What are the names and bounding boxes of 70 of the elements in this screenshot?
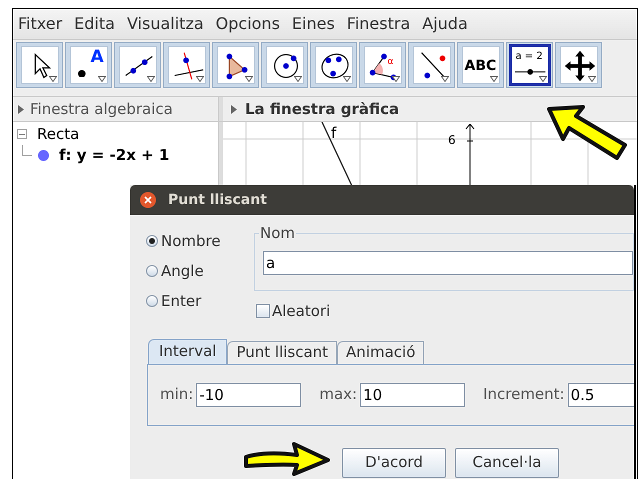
object-definition[interactable]: f: y = -2x + 1 [59,144,170,166]
dropdown-triangle-icon[interactable] [342,76,350,82]
dialog-button[interactable]: Cancel·la [455,448,559,478]
tool-label: a = 2 [516,50,543,64]
dropdown-triangle-icon[interactable] [538,76,546,82]
dropdown-triangle-icon[interactable] [490,76,498,82]
tool-button[interactable] [555,42,602,88]
dropdown-triangle-icon[interactable] [588,76,596,82]
axis-label: 6 [448,132,456,149]
expand-icon[interactable] [231,104,237,114]
tool-label: α [388,56,394,69]
tool-button[interactable]: a = 2 [506,42,553,88]
radio-button[interactable] [146,235,158,247]
tool-button[interactable] [408,42,455,88]
tab[interactable]: Punt lliscant [227,340,338,364]
dropdown-triangle-icon[interactable] [440,76,448,82]
field-label: Increment: [483,384,565,406]
dropdown-triangle-icon[interactable] [196,76,204,82]
checkbox-label: Aleatori [272,301,330,322]
slider-icon [515,68,546,75]
tool-button[interactable] [16,42,63,88]
radio-button[interactable] [146,265,158,277]
tab[interactable]: Animació [337,340,424,364]
panel-title: Finestra algebraica [30,98,173,120]
menu-item[interactable]: Visualitza [126,12,204,36]
input-field[interactable]: 10 [360,382,466,406]
checkbox[interactable] [256,304,270,318]
point-icon [78,70,86,78]
panel-title: La finestra gràfica [245,98,400,120]
menu-item[interactable]: Eines [292,12,335,36]
close-icon[interactable] [140,192,156,208]
tab[interactable]: Interval [148,338,228,364]
tool-button[interactable]: ABC [457,42,504,88]
radio-label: Enter [161,290,202,312]
tool-button[interactable] [114,42,161,88]
dropdown-triangle-icon[interactable] [244,76,252,82]
dialog-button[interactable]: D'acord [342,448,446,478]
dropdown-triangle-icon[interactable] [98,76,106,82]
tool-button[interactable] [212,42,259,88]
tool-button[interactable]: A [65,42,112,88]
pointer-arrow-icon [545,103,630,163]
menu-item[interactable]: Opcions [216,12,280,36]
tool-button[interactable]: α [359,42,406,88]
dropdown-triangle-icon[interactable] [48,76,56,82]
radio-label: Nombre [161,230,221,252]
tool-button[interactable] [310,42,357,88]
dropdown-triangle-icon[interactable] [392,76,400,82]
dropdown-triangle-icon[interactable] [146,76,154,82]
input-field[interactable]: -10 [196,382,302,406]
dialog-title: Punt lliscant [168,190,267,210]
field-label: max: [319,384,358,406]
tool-label: ABC [464,57,496,76]
line-label: f [331,123,336,144]
pointer-arrow-icon [242,440,332,478]
menu-item[interactable]: Edita [74,12,115,36]
collapse-toggle[interactable] [17,129,27,139]
radio-button[interactable] [146,295,158,307]
tool-button[interactable] [261,42,308,88]
field-label: min: [160,384,194,406]
menu-item[interactable]: Fitxer [18,12,62,36]
expand-icon[interactable] [18,104,24,114]
tree-label[interactable]: Recta [37,122,80,146]
input-field[interactable]: 0.5 [568,382,634,406]
menu-item[interactable]: Finestra [346,12,410,36]
radio-label: Angle [161,260,204,282]
name-field[interactable]: a [263,251,633,275]
menu-item[interactable]: Ajuda [422,12,468,36]
tool-label: A [90,46,104,69]
dropdown-triangle-icon[interactable] [294,76,302,82]
tool-button[interactable] [163,42,210,88]
